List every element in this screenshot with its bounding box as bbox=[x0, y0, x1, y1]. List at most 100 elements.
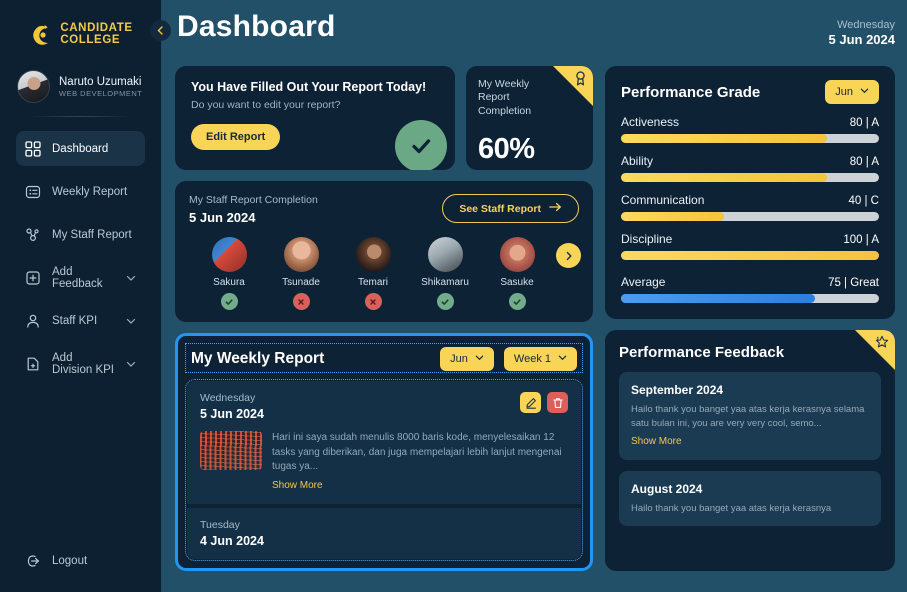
chevron-down-icon bbox=[126, 316, 136, 326]
metric-communication: Communication 40 | C bbox=[621, 193, 879, 221]
staff-member[interactable]: Shikamaru bbox=[409, 237, 481, 310]
sidebar-item-add-division-kpi[interactable]: Add Division KPI bbox=[16, 346, 145, 381]
staff-member-name: Temari bbox=[357, 277, 388, 288]
sidebar-item-weekly-report[interactable]: Weekly Report bbox=[16, 174, 145, 209]
completion-value: 60% bbox=[478, 133, 535, 166]
performance-grade-header: Performance Grade Jun bbox=[621, 80, 879, 104]
delete-entry-button[interactable] bbox=[547, 392, 568, 413]
brand-line-2: COLLEGE bbox=[60, 34, 121, 46]
see-staff-report-button[interactable]: See Staff Report bbox=[442, 194, 579, 223]
sidebar-item-label: Weekly Report bbox=[52, 185, 128, 198]
metric-value: 80 | A bbox=[849, 117, 879, 129]
filled-report-card: You Have Filled Out Your Report Today! D… bbox=[175, 66, 455, 170]
entry-day: Tuesday bbox=[200, 518, 240, 531]
metric-bar bbox=[621, 251, 879, 260]
entry-content: Hari ini saya sudah menulis 8000 baris k… bbox=[200, 431, 568, 493]
avatar bbox=[355, 237, 391, 272]
staff-member-name: Sasuke bbox=[500, 277, 534, 288]
see-staff-report-label: See Staff Report bbox=[459, 202, 541, 215]
brand-wordmark: CANDIDATE COLLEGE bbox=[60, 23, 132, 46]
sidebar-divider bbox=[28, 116, 133, 117]
performance-grade-card: Performance Grade Jun Activeness 80 | A bbox=[605, 66, 895, 319]
file-plus-icon bbox=[25, 356, 41, 372]
grade-month-select[interactable]: Jun bbox=[825, 80, 879, 104]
metric-bar bbox=[621, 212, 879, 221]
staff-member[interactable]: Temari bbox=[337, 237, 409, 310]
metric-average: Average 75 | Great bbox=[621, 275, 879, 303]
staff-member[interactable]: Tsunade bbox=[265, 237, 337, 310]
report-icon bbox=[25, 184, 41, 200]
check-icon bbox=[513, 298, 521, 305]
weekly-report-card: My Weekly Report Jun Week 1 Wednesday 5 … bbox=[175, 333, 593, 571]
weekly-report-entry[interactable]: Wednesday 5 Jun 2024 Hari ini saya sudah… bbox=[187, 381, 581, 504]
status-badge bbox=[220, 293, 238, 310]
metric-name: Average bbox=[621, 275, 666, 289]
chevron-down-icon bbox=[558, 353, 567, 365]
status-badge bbox=[292, 293, 310, 310]
staff-report-card: My Staff Report Completion 5 Jun 2024 Se… bbox=[175, 181, 593, 322]
sidebar-item-label: Add Feedback bbox=[52, 265, 103, 290]
sidebar-item-my-staff-report[interactable]: My Staff Report bbox=[16, 217, 145, 252]
feedback-item[interactable]: August 2024 Hailo thank you banget yaa a… bbox=[619, 470, 881, 527]
sidebar-collapse-button[interactable] bbox=[150, 20, 171, 41]
main-content: Dashboard Wednesday 5 Jun 2024 You Have … bbox=[161, 0, 907, 592]
sidebar-item-dashboard[interactable]: Dashboard bbox=[16, 131, 145, 166]
chevron-down-icon bbox=[126, 273, 136, 283]
sidebar-item-add-feedback[interactable]: Add Feedback bbox=[16, 260, 145, 295]
content-columns: You Have Filled Out Your Report Today! D… bbox=[175, 66, 895, 571]
performance-grade-title: Performance Grade bbox=[621, 83, 761, 101]
month-select[interactable]: Jun bbox=[440, 347, 494, 371]
status-badge bbox=[508, 293, 526, 310]
sidebar-item-label: My Staff Report bbox=[52, 228, 132, 241]
brand-logo[interactable]: CANDIDATE COLLEGE bbox=[0, 14, 161, 56]
profile-role: WEB DEVELOPMENT bbox=[59, 88, 143, 98]
sidebar-item-logout[interactable]: Logout bbox=[16, 543, 145, 578]
entry-thumbnail bbox=[200, 431, 262, 470]
right-column: Performance Grade Jun Activeness 80 | A bbox=[605, 66, 895, 571]
metric-ability: Ability 80 | A bbox=[621, 154, 879, 182]
staff-list-next-button[interactable] bbox=[556, 243, 581, 268]
chevron-left-icon bbox=[157, 26, 163, 35]
staff-member[interactable]: Sakura bbox=[193, 237, 265, 310]
avatar bbox=[211, 237, 247, 272]
sidebar: CANDIDATE COLLEGE Naruto Uzumaki WEB DEV… bbox=[0, 0, 171, 592]
entry-actions bbox=[520, 392, 568, 413]
sidebar-item-label: Dashboard bbox=[52, 142, 109, 155]
week-select-value: Week 1 bbox=[513, 353, 551, 365]
people-icon bbox=[25, 227, 41, 243]
dashboard-app: CANDIDATE COLLEGE Naruto Uzumaki WEB DEV… bbox=[0, 0, 907, 592]
feedback-item[interactable]: September 2024 Hailo thank you banget ya… bbox=[619, 372, 881, 460]
arrow-right-icon bbox=[549, 202, 562, 215]
metric-name: Ability bbox=[621, 154, 654, 168]
avatar bbox=[17, 70, 50, 103]
weekly-report-header: My Weekly Report Jun Week 1 bbox=[185, 343, 583, 373]
performance-feedback-card: Performance Feedback September 2024 Hail… bbox=[605, 330, 895, 571]
entry-date: 5 Jun 2024 bbox=[200, 407, 264, 421]
filled-report-subtitle: Do you want to edit your report? bbox=[191, 99, 341, 111]
current-date: Wednesday 5 Jun 2024 bbox=[829, 10, 896, 47]
show-more-link[interactable]: Show More bbox=[631, 436, 682, 447]
left-column: You Have Filled Out Your Report Today! D… bbox=[175, 66, 593, 571]
chevron-down-icon bbox=[860, 86, 869, 98]
top-cards-row: You Have Filled Out Your Report Today! D… bbox=[175, 66, 593, 170]
report-status-badge bbox=[395, 120, 447, 170]
edit-entry-button[interactable] bbox=[520, 392, 541, 413]
edit-report-button[interactable]: Edit Report bbox=[191, 124, 281, 150]
sidebar-item-staff-kpi[interactable]: Staff KPI bbox=[16, 303, 145, 338]
staff-report-header: My Staff Report Completion 5 Jun 2024 Se… bbox=[189, 194, 579, 225]
week-select[interactable]: Week 1 bbox=[503, 347, 577, 371]
staff-report-date: 5 Jun 2024 bbox=[189, 210, 256, 225]
show-more-link[interactable]: Show More bbox=[272, 480, 323, 491]
user-icon bbox=[25, 313, 41, 329]
weekly-report-entry[interactable]: Tuesday 4 Jun 2024 bbox=[187, 503, 581, 559]
metric-name: Discipline bbox=[621, 232, 673, 246]
avatar bbox=[499, 237, 535, 272]
check-icon bbox=[412, 139, 431, 154]
entry-date: 4 Jun 2024 bbox=[200, 533, 264, 548]
staff-member[interactable]: Sasuke bbox=[481, 237, 553, 310]
profile[interactable]: Naruto Uzumaki WEB DEVELOPMENT bbox=[0, 56, 161, 103]
weekly-report-entries: Wednesday 5 Jun 2024 Hari ini saya sudah… bbox=[185, 379, 583, 561]
close-icon bbox=[298, 298, 304, 305]
logout-icon bbox=[25, 553, 41, 569]
page-title: Dashboard bbox=[177, 10, 336, 43]
